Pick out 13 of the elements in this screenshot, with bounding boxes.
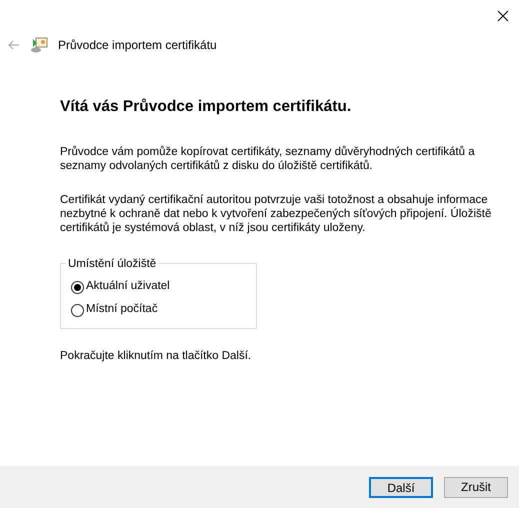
radio-label[interactable]: Místní počítač [86,301,158,319]
certificate-icon [30,37,48,53]
welcome-heading: Vítá vás Průvodce importem certifikátu. [60,98,352,117]
radio-button[interactable] [71,304,84,317]
description-text: Certifikát vydaný certifikační autoritou potvrzuje vaši totožnost a obsahuje informace nezbytné k ochraně dat nebo k vytvoření zabezpečených síťových připojení. Úložiště certifikátů je systémová oblast, v níž jsou certifikáty uloženy. [60,192,492,235]
radio-button[interactable] [71,280,84,294]
radio-label[interactable]: Aktuální uživatel [86,278,170,296]
window-title: Průvodce importem certifikátu [58,37,217,54]
close-button[interactable] [495,8,511,24]
description-text: Průvodce vám pomůže kopírovat certifikáty, seznamy důvěryhodných certifikátů a seznamy odvolaných certifikátů z disku do úložiště certifikátů. [60,144,476,173]
dialog-button[interactable]: Zrušit [444,476,508,498]
dialog-button[interactable]: Další [369,476,433,498]
instruction-text: Pokračujte kliknutím na tlačítko Další. [60,348,252,363]
